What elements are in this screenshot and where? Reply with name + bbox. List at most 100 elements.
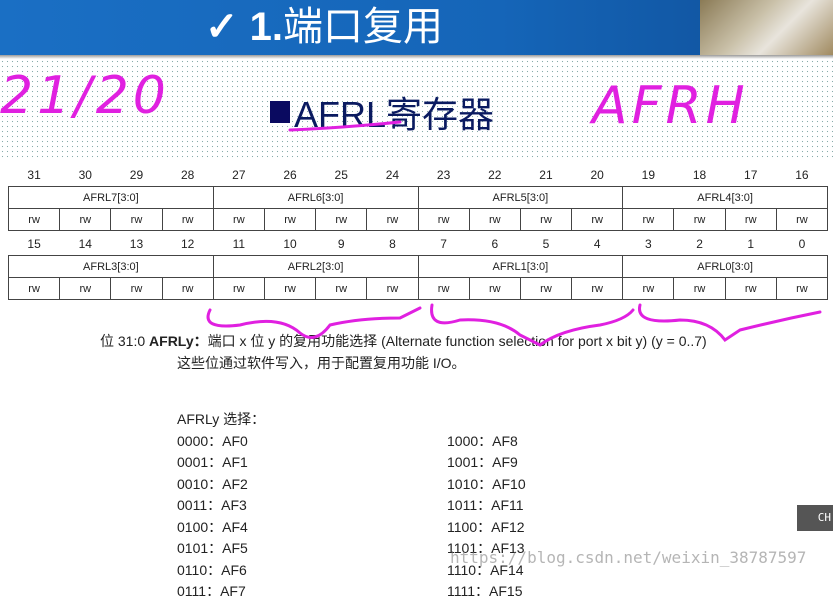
access-type: rw: [7, 208, 61, 231]
access-type: rw: [673, 208, 726, 231]
access-type: rw: [775, 277, 829, 300]
access-type: rw: [417, 208, 470, 231]
field-name: AFRL2[3:0]: [212, 255, 419, 278]
access-type: rw: [110, 277, 163, 300]
access-type: rw: [571, 277, 624, 300]
bit-number: 9: [337, 237, 345, 251]
bit-number: 8: [389, 237, 396, 251]
access-type: rw: [59, 277, 112, 300]
bit-number: 19: [641, 168, 656, 182]
header-photo: [700, 0, 833, 55]
slide-title: ✓ 1.端口复用: [205, 5, 443, 49]
register-table-low: 15 14 13 12 11 10 9 8 7 6 5 4 3 2 1 0 AFRL3[3:0] AFRL2[3:…: [7, 233, 829, 300]
bit-number: 16: [795, 168, 809, 182]
af-option: 0110：AF6: [177, 561, 247, 578]
af-option: 0001：AF1: [177, 454, 248, 470]
bit-number: 29: [129, 168, 144, 182]
bit-number: 0: [798, 237, 806, 251]
bit-number: 24: [385, 168, 400, 182]
access-type: rw: [622, 277, 675, 300]
access-type: rw: [315, 277, 368, 300]
bit-number: 30: [78, 168, 92, 182]
access-type: rw: [212, 208, 265, 231]
af-option: 0100：AF4: [177, 518, 248, 535]
bit-number: 14: [78, 237, 92, 251]
bit-number: 1: [747, 237, 755, 251]
bit-number: 20: [590, 168, 604, 182]
bit-number: 2: [696, 237, 703, 251]
bit-number: 31: [27, 168, 41, 182]
access-type: rw: [59, 208, 112, 231]
bit-number: 5: [542, 237, 550, 251]
bullet-icon: [270, 101, 290, 123]
access-type: rw: [622, 208, 675, 231]
access-type: rw: [366, 277, 419, 300]
af-option: 0011：AF3: [177, 497, 247, 513]
access-type: rw: [571, 208, 624, 231]
field-name: AFRL0[3:0]: [622, 255, 828, 278]
bit-number: 10: [283, 237, 297, 251]
access-type: rw: [519, 208, 573, 231]
bit-number: 27: [232, 168, 246, 182]
ime-indicator[interactable]: CH: [797, 505, 833, 531]
select-label: AFRLy 选择：: [177, 411, 266, 427]
bit-number: 15: [27, 237, 41, 251]
watermark: https://blog.csdn.net/weixin_38787597: [450, 548, 807, 567]
field-name: AFRL3[3:0]: [8, 255, 214, 278]
handwriting-left: 21/20: [0, 66, 170, 126]
access-type: rw: [519, 277, 573, 300]
bit-number: 25: [334, 168, 348, 182]
bit-number: 11: [232, 237, 246, 251]
bit-number: 6: [491, 237, 499, 251]
access-type: rw: [366, 208, 419, 231]
access-type: rw: [161, 277, 214, 300]
access-type: rw: [212, 277, 265, 300]
bit-number: 12: [180, 237, 195, 251]
af-option: 1011：AF11: [447, 497, 524, 513]
access-type: rw: [315, 208, 368, 231]
field-description: 位 31:0 AFRLy：端口 x 位 y 的复用功能选择 (Alternate…: [100, 333, 707, 371]
access-type: rw: [468, 277, 521, 300]
bit-number: 13: [129, 237, 144, 251]
af-option: 0101：AF5: [177, 540, 248, 556]
bit-number: 21: [539, 168, 553, 182]
access-type: rw: [775, 208, 829, 231]
bit-number: 18: [692, 168, 707, 182]
af-option: 0010：AF2: [177, 475, 248, 492]
af-option: 1100：AF12: [447, 518, 525, 535]
af-option: 1001：AF9: [447, 454, 518, 470]
bit-number: 17: [744, 168, 758, 182]
register-title: AFRL寄存器: [270, 86, 494, 138]
field-name: AFRL7[3:0]: [8, 186, 214, 209]
af-options: AFRLy 选择： 0000：AF0 1000：AF8 0001：AF1 1001：A…: [177, 405, 647, 603]
bit-number: 23: [436, 168, 451, 182]
af-option: 0111：AF7: [177, 583, 246, 599]
access-type: rw: [724, 208, 777, 231]
access-type: rw: [724, 277, 777, 300]
access-type: rw: [263, 208, 317, 231]
access-type: rw: [263, 277, 317, 300]
bit-number: 28: [180, 168, 195, 182]
access-type: rw: [468, 208, 521, 231]
register-table-high: 31 30 29 28 27 26 25 24 23 22 21 20 19 18 17 16 AFRL7[3:…: [7, 164, 829, 231]
access-type: rw: [161, 208, 214, 231]
af-option: 1010：AF10: [447, 475, 526, 492]
access-type: rw: [7, 277, 61, 300]
field-name: AFRL1[3:0]: [417, 255, 624, 278]
af-option: 1111：AF15: [447, 583, 523, 599]
field-name: AFRL4[3:0]: [622, 186, 828, 209]
bit-number: 3: [645, 237, 652, 251]
slide-header: ✓ 1.端口复用: [0, 0, 833, 55]
field-name: AFRL5[3:0]: [417, 186, 624, 209]
access-type: rw: [110, 208, 163, 231]
bit-number: 4: [593, 237, 601, 251]
bit-number: 7: [440, 237, 447, 251]
access-type: rw: [417, 277, 470, 300]
access-type: rw: [673, 277, 726, 300]
field-name: AFRL6[3:0]: [212, 186, 419, 209]
bit-number: 26: [283, 168, 297, 182]
handwriting-right: AFRH: [592, 76, 749, 136]
bit-number: 22: [488, 168, 502, 182]
af-option: 1000：AF8: [447, 432, 518, 449]
af-option: 0000：AF0: [177, 432, 248, 449]
